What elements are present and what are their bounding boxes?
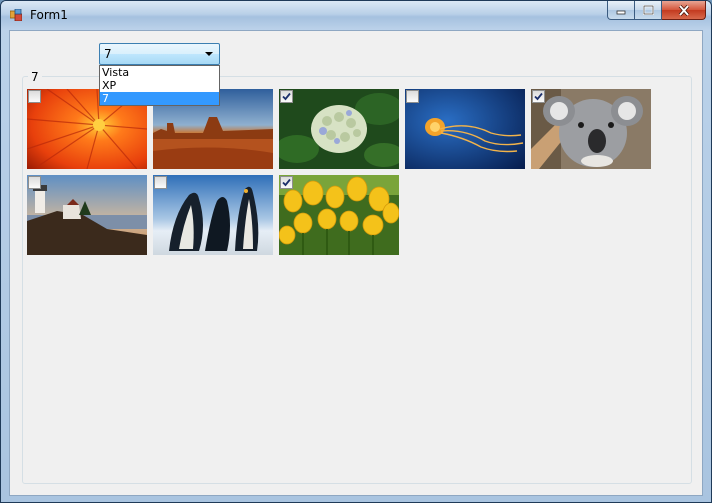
thumbnail-checkbox[interactable]: [280, 90, 293, 103]
thumbnail-jellyfish[interactable]: [405, 89, 525, 169]
dropdown-option-vista[interactable]: Vista: [100, 66, 219, 79]
chevron-down-icon[interactable]: [205, 52, 213, 56]
window-controls: [607, 1, 706, 21]
hydrangeas-image: [279, 89, 399, 169]
thumbnail-checkbox[interactable]: [406, 90, 419, 103]
thumbnail-penguins[interactable]: [153, 175, 273, 255]
maximize-button[interactable]: [635, 1, 662, 20]
minimize-button[interactable]: [607, 1, 635, 20]
koala-image: [531, 89, 651, 169]
thumbnail-lighthouse[interactable]: [27, 175, 147, 255]
thumbnail-koala[interactable]: [531, 89, 651, 169]
title-bar[interactable]: Form1: [1, 1, 711, 30]
lighthouse-image: [27, 175, 147, 255]
app-window: Form1 7 Vista XP 7 7: [0, 0, 712, 503]
jellyfish-image: [405, 89, 525, 169]
thumbnail-checkbox[interactable]: [532, 90, 545, 103]
maximize-icon: [642, 5, 654, 15]
form-client-area: 7 Vista XP 7 7: [9, 30, 703, 496]
groupbox-caption: 7: [28, 70, 42, 84]
close-icon: [678, 4, 689, 16]
window-title: Form1: [30, 8, 68, 22]
thumbnail-tulips[interactable]: [279, 175, 399, 255]
dropdown-option-7[interactable]: 7: [100, 92, 219, 105]
close-button[interactable]: [662, 1, 706, 20]
tulips-image: [279, 175, 399, 255]
combobox-value: 7: [104, 47, 112, 61]
thumbnail-checkbox[interactable]: [154, 176, 167, 189]
thumbnail-hydrangeas[interactable]: [279, 89, 399, 169]
combobox-dropdown-list: Vista XP 7: [99, 65, 220, 106]
penguins-image: [153, 175, 273, 255]
checkmark-icon: [282, 178, 291, 187]
thumbnail-checkbox[interactable]: [28, 90, 41, 103]
minimize-icon: [616, 10, 626, 15]
version-combobox[interactable]: 7: [99, 43, 220, 65]
dropdown-option-xp[interactable]: XP: [100, 79, 219, 92]
checkmark-icon: [534, 92, 543, 101]
winforms-app-icon: [10, 9, 22, 21]
checkmark-icon: [282, 92, 291, 101]
thumbnail-checkbox[interactable]: [28, 176, 41, 189]
thumbnail-checkbox[interactable]: [280, 176, 293, 189]
